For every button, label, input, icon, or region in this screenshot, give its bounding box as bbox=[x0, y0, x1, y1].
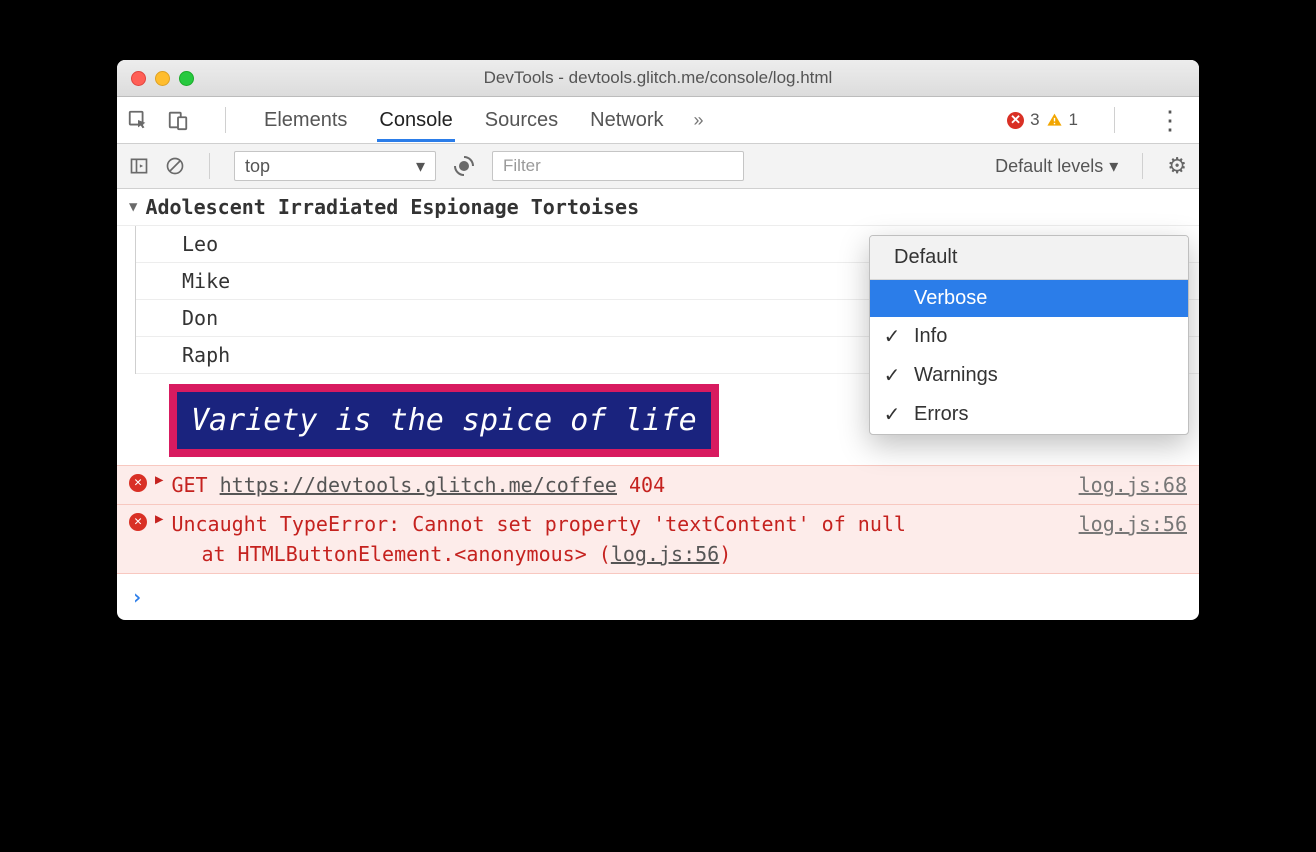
traffic-lights bbox=[131, 71, 194, 86]
level-label: Errors bbox=[914, 403, 968, 426]
chevron-down-icon: ▾ bbox=[416, 156, 425, 177]
error-icon: ✕ bbox=[129, 474, 147, 492]
tab-console[interactable]: Console bbox=[377, 99, 454, 142]
show-console-sidebar-icon[interactable] bbox=[129, 156, 149, 176]
tabs-overflow-button[interactable]: » bbox=[694, 110, 704, 131]
status-code: 404 bbox=[629, 473, 665, 497]
disclosure-triangle-icon: ▶ bbox=[155, 509, 163, 530]
separator bbox=[1142, 153, 1143, 179]
console-group-header[interactable]: ▼ Adolescent Irradiated Espionage Tortoi… bbox=[117, 189, 1199, 226]
console-error-row[interactable]: ✕ ▶ GET https://devtools.glitch.me/coffe… bbox=[117, 465, 1199, 505]
stack-link[interactable]: log.js:56 bbox=[611, 542, 719, 566]
warning-count: 1 bbox=[1069, 110, 1078, 130]
styled-log-text: Variety is the spice of life bbox=[169, 384, 719, 457]
more-options-button[interactable]: ⋮ bbox=[1151, 115, 1189, 125]
tab-sources[interactable]: Sources bbox=[483, 99, 560, 142]
error-badge-icon: ✕ bbox=[1007, 112, 1024, 129]
toggle-device-icon[interactable] bbox=[167, 109, 189, 131]
level-label: Warnings bbox=[914, 364, 998, 387]
separator bbox=[209, 153, 210, 179]
console-toolbar: top ▾ Default levels ▾ ⚙ bbox=[117, 144, 1199, 189]
zoom-window-button[interactable] bbox=[179, 71, 194, 86]
console-prompt[interactable]: › bbox=[117, 574, 1199, 620]
tab-strip: Elements Console Sources Network » ✕ 3 1… bbox=[117, 97, 1199, 144]
window-title: DevTools - devtools.glitch.me/console/lo… bbox=[117, 68, 1199, 88]
source-link[interactable]: log.js:56 bbox=[1079, 509, 1187, 539]
clear-console-icon[interactable] bbox=[165, 156, 185, 176]
error-count: 3 bbox=[1030, 110, 1039, 130]
warning-badge-icon bbox=[1046, 112, 1063, 129]
console-settings-icon[interactable]: ⚙ bbox=[1167, 153, 1187, 179]
levels-menu-header[interactable]: Default bbox=[870, 236, 1188, 280]
level-option-verbose[interactable]: Verbose bbox=[870, 280, 1188, 317]
stack-prefix: at HTMLButtonElement.<anonymous> ( bbox=[201, 542, 610, 566]
level-option-errors[interactable]: ✓ Errors bbox=[870, 395, 1188, 434]
separator bbox=[225, 107, 226, 133]
checkmark-icon: ✓ bbox=[882, 402, 902, 427]
checkmark-icon: ✓ bbox=[882, 363, 902, 388]
tab-elements[interactable]: Elements bbox=[262, 99, 349, 142]
tab-network[interactable]: Network bbox=[588, 99, 665, 142]
level-label: Verbose bbox=[914, 287, 987, 310]
source-link[interactable]: log.js:68 bbox=[1079, 470, 1187, 500]
filter-input[interactable] bbox=[492, 151, 744, 181]
level-option-warnings[interactable]: ✓ Warnings bbox=[870, 356, 1188, 395]
console-error-row[interactable]: ✕ ▶ Uncaught TypeError: Cannot set prope… bbox=[117, 505, 1199, 574]
close-window-button[interactable] bbox=[131, 71, 146, 86]
message-counts[interactable]: ✕ 3 1 bbox=[1007, 110, 1078, 130]
log-levels-label: Default levels bbox=[995, 156, 1103, 177]
devtools-window: DevTools - devtools.glitch.me/console/lo… bbox=[117, 60, 1199, 620]
title-bar: DevTools - devtools.glitch.me/console/lo… bbox=[117, 60, 1199, 97]
group-title: Adolescent Irradiated Espionage Tortoise… bbox=[145, 192, 639, 222]
execution-context-value: top bbox=[245, 156, 270, 177]
separator bbox=[1114, 107, 1115, 133]
minimize-window-button[interactable] bbox=[155, 71, 170, 86]
checkmark-icon: ✓ bbox=[882, 324, 902, 349]
execution-context-selector[interactable]: top ▾ bbox=[234, 151, 436, 181]
disclosure-triangle-icon: ▶ bbox=[155, 470, 163, 491]
level-option-info[interactable]: ✓ Info bbox=[870, 317, 1188, 356]
request-url[interactable]: https://devtools.glitch.me/coffee bbox=[220, 473, 617, 497]
error-icon: ✕ bbox=[129, 513, 147, 531]
inspect-element-icon[interactable] bbox=[127, 109, 149, 131]
chevron-down-icon: ▾ bbox=[1109, 156, 1118, 177]
level-label: Info bbox=[914, 325, 947, 348]
request-method: GET bbox=[171, 473, 207, 497]
log-levels-menu: Default Verbose ✓ Info ✓ Warnings ✓ Erro… bbox=[869, 235, 1189, 435]
log-levels-selector[interactable]: Default levels ▾ bbox=[995, 156, 1118, 177]
stack-suffix: ) bbox=[719, 542, 731, 566]
disclosure-triangle-icon: ▼ bbox=[129, 197, 137, 218]
live-expression-icon[interactable] bbox=[452, 154, 476, 178]
error-message: Uncaught TypeError: Cannot set property … bbox=[171, 512, 906, 536]
